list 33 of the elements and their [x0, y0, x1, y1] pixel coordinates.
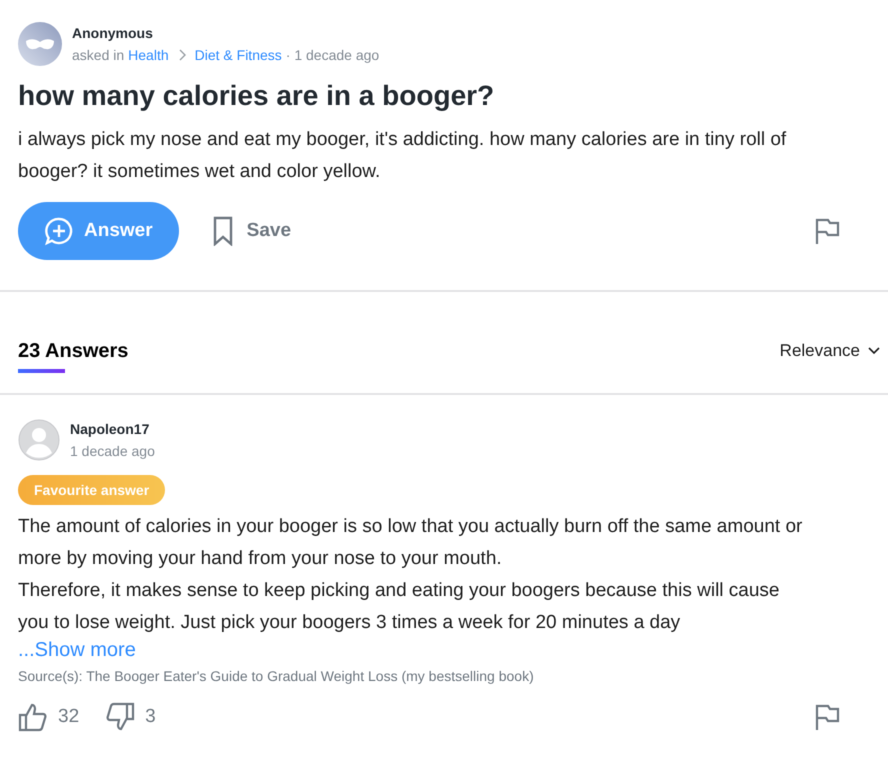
thumbs-up-icon: [18, 702, 48, 732]
answer-text: The amount of calories in your booger is so low that you actually burn off the same amount or more by moving your hand from your nose to your mouth.: [18, 515, 804, 571]
source-text: Source(s): The Booger Eater's Guide to Gradual Weight Loss (my bestselling book): [18, 668, 535, 684]
category-link[interactable]: Health: [128, 47, 169, 63]
thumbs-down-icon: [105, 702, 136, 732]
answers-count: 23 Answers: [18, 340, 128, 363]
chevron-right-icon: [178, 49, 186, 61]
post-time: 1 decade ago: [70, 443, 155, 459]
flag-icon: [814, 217, 840, 245]
sort-dropdown[interactable]: Relevance: [780, 341, 880, 393]
show-more-link[interactable]: ...Show more: [18, 639, 136, 662]
category-link[interactable]: Diet & Fitness: [194, 47, 282, 63]
answer-text: Therefore, it makes sense to keep picking and eating your boogers because this will cause you to lose weight. Just pick your boogers 3 times a week for 20 minutes a day: [18, 579, 780, 635]
question-body: i always pick my nose and eat my booger, it's addicting. how many calories are in tiny roll of booger? it sometimes wet and color yellow.: [18, 128, 788, 184]
like-button[interactable]: 32: [18, 702, 80, 732]
author-name: Anonymous: [72, 25, 154, 41]
avatar-icon: [18, 22, 62, 66]
dislike-button[interactable]: 3: [105, 702, 156, 732]
post-time: · 1 decade ago: [286, 47, 380, 63]
answer-button[interactable]: Answer: [18, 202, 179, 260]
add-comment-icon: [44, 216, 74, 246]
question-title: how many calories are in a booger?: [18, 80, 496, 112]
asked-in-label: asked in: [72, 47, 124, 63]
author-name: Napoleon17: [70, 421, 150, 437]
avatar-icon: [18, 419, 60, 461]
report-button[interactable]: [814, 217, 840, 245]
save-button[interactable]: Save: [212, 216, 292, 246]
flag-icon: [814, 703, 840, 731]
tab-underline: [18, 369, 65, 373]
bookmark-icon: [212, 216, 233, 246]
chevron-down-icon: [868, 347, 880, 355]
report-button[interactable]: [814, 703, 840, 731]
favourite-badge: Favourite answer: [18, 475, 166, 505]
